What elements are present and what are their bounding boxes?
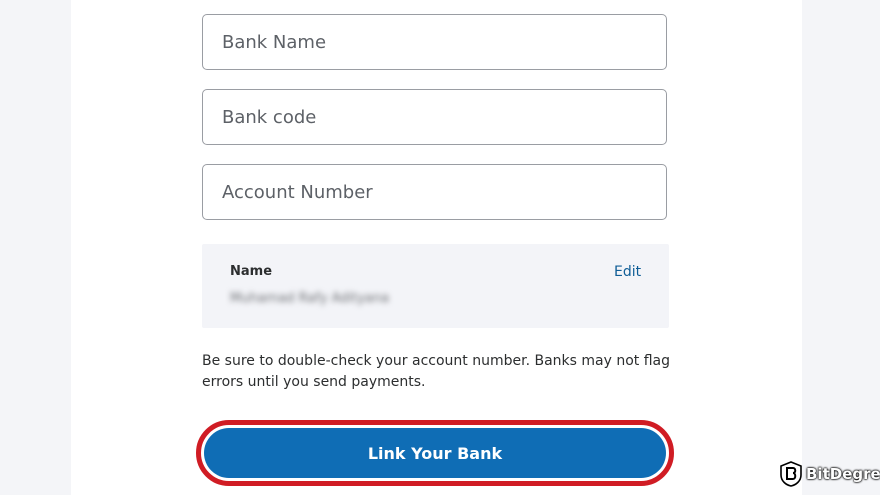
bank-name-input[interactable]	[203, 15, 666, 69]
account-number-field[interactable]	[202, 164, 667, 220]
bank-code-field[interactable]	[202, 89, 667, 145]
account-holder-name: Muhamad Rafy Adityana	[230, 291, 390, 306]
link-bank-button[interactable]: Link Your Bank	[204, 428, 666, 478]
highlight-outline: Link Your Bank	[196, 420, 674, 486]
watermark: BitDegree	[780, 461, 880, 487]
name-label: Name	[230, 264, 273, 279]
bitdegree-logo-icon	[780, 461, 802, 487]
account-holder-box: Name Edit Muhamad Rafy Adityana	[202, 244, 669, 328]
bank-name-field[interactable]	[202, 14, 667, 70]
watermark-text: BitDegree	[806, 465, 880, 483]
edit-name-link[interactable]: Edit	[614, 264, 641, 280]
bank-code-input[interactable]	[203, 90, 666, 144]
account-number-input[interactable]	[203, 165, 666, 219]
verification-note: Be sure to double-check your account num…	[202, 353, 670, 390]
